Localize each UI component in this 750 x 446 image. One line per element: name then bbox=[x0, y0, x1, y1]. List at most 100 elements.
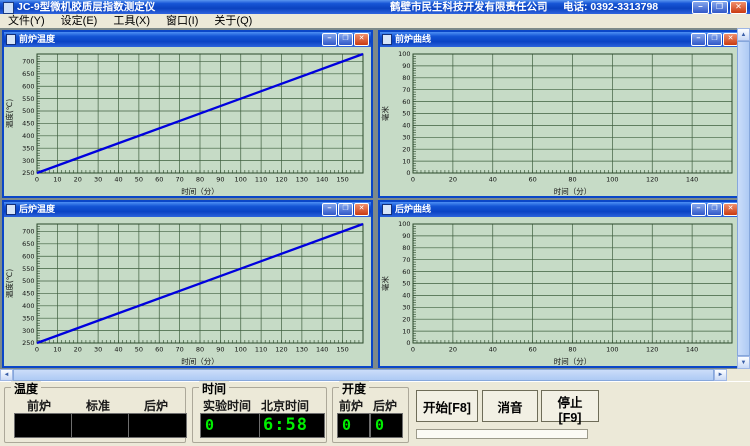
restore-icon[interactable]: ❐ bbox=[711, 1, 728, 14]
temperature-group: 温度 前炉 标准 后炉 bbox=[4, 387, 186, 443]
scroll-up-icon[interactable]: ▲ bbox=[737, 28, 750, 41]
svg-text:100: 100 bbox=[398, 50, 410, 58]
close-icon[interactable]: ✕ bbox=[354, 203, 369, 216]
vertical-scrollbar[interactable]: ▲ ▼ bbox=[737, 28, 750, 369]
svg-text:20: 20 bbox=[402, 145, 410, 153]
svg-text:毫米: 毫米 bbox=[380, 276, 390, 291]
horizontal-scrollbar[interactable]: ◄ ► bbox=[0, 369, 727, 381]
svg-text:500: 500 bbox=[22, 107, 34, 115]
close-icon[interactable]: ✕ bbox=[730, 1, 747, 14]
start-button[interactable]: 开始[F8] bbox=[416, 390, 478, 422]
child-titlebar[interactable]: 前炉曲线 – ❐ ✕ bbox=[380, 32, 740, 47]
svg-text:30: 30 bbox=[402, 134, 410, 142]
mute-button[interactable]: 消音 bbox=[482, 390, 538, 422]
svg-text:60: 60 bbox=[528, 346, 536, 354]
group-title: 温度 bbox=[11, 380, 41, 397]
svg-text:0: 0 bbox=[411, 346, 415, 354]
child-titlebar[interactable]: 前炉温度 – ❐ ✕ bbox=[4, 32, 371, 47]
svg-text:60: 60 bbox=[402, 268, 410, 276]
svg-text:60: 60 bbox=[402, 98, 410, 106]
svg-text:700: 700 bbox=[22, 228, 34, 236]
scroll-left-icon[interactable]: ◄ bbox=[0, 369, 13, 381]
svg-text:400: 400 bbox=[22, 302, 34, 310]
svg-text:140: 140 bbox=[316, 346, 328, 354]
vertical-scroll-thumb[interactable] bbox=[737, 41, 750, 356]
child-window-title: 后炉温度 bbox=[19, 202, 55, 217]
svg-text:30: 30 bbox=[94, 176, 102, 184]
close-icon[interactable]: ✕ bbox=[354, 33, 369, 46]
opening-group: 开度 前炉 后炉 0 0 bbox=[332, 387, 409, 443]
svg-text:600: 600 bbox=[22, 252, 34, 260]
menu-file[interactable]: 文件(Y) bbox=[0, 14, 53, 28]
time-group: 时间 实验时间 北京时间 0 6:58 bbox=[192, 387, 327, 443]
svg-text:40: 40 bbox=[489, 346, 497, 354]
window-front-furnace-temperature: 前炉温度 – ❐ ✕ 01020304050607080901001101201… bbox=[2, 30, 373, 198]
svg-text:20: 20 bbox=[74, 176, 82, 184]
svg-text:0: 0 bbox=[406, 169, 410, 177]
svg-text:400: 400 bbox=[22, 132, 34, 140]
window-icon bbox=[382, 204, 392, 215]
svg-text:0: 0 bbox=[411, 176, 415, 184]
scroll-right-icon[interactable]: ► bbox=[714, 369, 727, 381]
svg-text:700: 700 bbox=[22, 58, 34, 66]
menu-settings[interactable]: 设定(E) bbox=[53, 14, 106, 28]
svg-text:10: 10 bbox=[53, 346, 61, 354]
svg-text:60: 60 bbox=[155, 176, 163, 184]
menu-about[interactable]: 关于(Q) bbox=[206, 14, 260, 28]
svg-text:温度(℃): 温度(℃) bbox=[4, 99, 14, 128]
scroll-down-icon[interactable]: ▼ bbox=[737, 356, 750, 369]
svg-text:250: 250 bbox=[22, 169, 34, 177]
child-titlebar[interactable]: 后炉温度 – ❐ ✕ bbox=[4, 202, 371, 217]
company-name: 鹤壁市民生科技开发有限责任公司 bbox=[390, 0, 548, 14]
svg-text:120: 120 bbox=[275, 176, 287, 184]
menu-tools[interactable]: 工具(X) bbox=[105, 14, 158, 28]
maximize-icon[interactable]: ❐ bbox=[338, 33, 353, 46]
svg-text:300: 300 bbox=[22, 157, 34, 165]
svg-text:650: 650 bbox=[22, 240, 34, 248]
front-opening-label: 前炉 bbox=[339, 397, 363, 414]
minimize-icon[interactable]: – bbox=[322, 33, 337, 46]
stop-button[interactable]: 停止[F9] bbox=[541, 390, 599, 422]
svg-text:250: 250 bbox=[22, 339, 34, 347]
child-window-title: 前炉曲线 bbox=[395, 32, 431, 47]
svg-text:80: 80 bbox=[402, 244, 410, 252]
main-titlebar: JC-9型微机胶质层指数测定仪 鹤壁市民生科技开发有限责任公司 电话: 0392… bbox=[0, 0, 750, 14]
experiment-time-label: 实验时间 bbox=[203, 397, 251, 414]
window-icon bbox=[6, 34, 16, 45]
svg-text:70: 70 bbox=[402, 86, 410, 94]
svg-text:110: 110 bbox=[255, 346, 267, 354]
horizontal-scroll-thumb[interactable] bbox=[13, 369, 714, 381]
rear-furnace-temp-display bbox=[128, 413, 187, 438]
front-temperature-chart: 0102030405060708090100110120130140150250… bbox=[4, 47, 371, 196]
minimize-icon[interactable]: – bbox=[322, 203, 337, 216]
child-titlebar[interactable]: 后炉曲线 – ❐ ✕ bbox=[380, 202, 740, 217]
phone-number: 电话: 0392-3313798 bbox=[563, 0, 658, 14]
close-icon[interactable]: ✕ bbox=[723, 33, 738, 46]
svg-text:100: 100 bbox=[235, 346, 247, 354]
svg-text:40: 40 bbox=[402, 122, 410, 130]
svg-text:10: 10 bbox=[402, 157, 410, 165]
window-controls: – ❐ ✕ bbox=[692, 1, 747, 14]
svg-text:110: 110 bbox=[255, 176, 267, 184]
application-window: JC-9型微机胶质层指数测定仪 鹤壁市民生科技开发有限责任公司 电话: 0392… bbox=[0, 0, 750, 446]
maximize-icon[interactable]: ❐ bbox=[707, 33, 722, 46]
svg-text:90: 90 bbox=[216, 346, 224, 354]
svg-text:100: 100 bbox=[606, 346, 618, 354]
maximize-icon[interactable]: ❐ bbox=[338, 203, 353, 216]
svg-text:10: 10 bbox=[402, 327, 410, 335]
beijing-time-display: 6:58 bbox=[259, 413, 325, 438]
minimize-icon[interactable]: – bbox=[691, 33, 706, 46]
svg-text:时间（分）: 时间（分） bbox=[181, 356, 219, 366]
svg-text:60: 60 bbox=[155, 346, 163, 354]
close-icon[interactable]: ✕ bbox=[723, 203, 738, 216]
rear-furnace-temp-label: 后炉 bbox=[144, 397, 168, 414]
minimize-icon[interactable]: – bbox=[691, 203, 706, 216]
maximize-icon[interactable]: ❐ bbox=[707, 203, 722, 216]
beijing-time-label: 北京时间 bbox=[261, 397, 309, 414]
menu-window[interactable]: 窗口(I) bbox=[158, 14, 206, 28]
child-window-title: 后炉曲线 bbox=[395, 202, 431, 217]
svg-text:40: 40 bbox=[114, 176, 122, 184]
svg-text:温度(℃): 温度(℃) bbox=[4, 269, 14, 298]
minimize-icon[interactable]: – bbox=[692, 1, 709, 14]
svg-text:80: 80 bbox=[568, 176, 576, 184]
